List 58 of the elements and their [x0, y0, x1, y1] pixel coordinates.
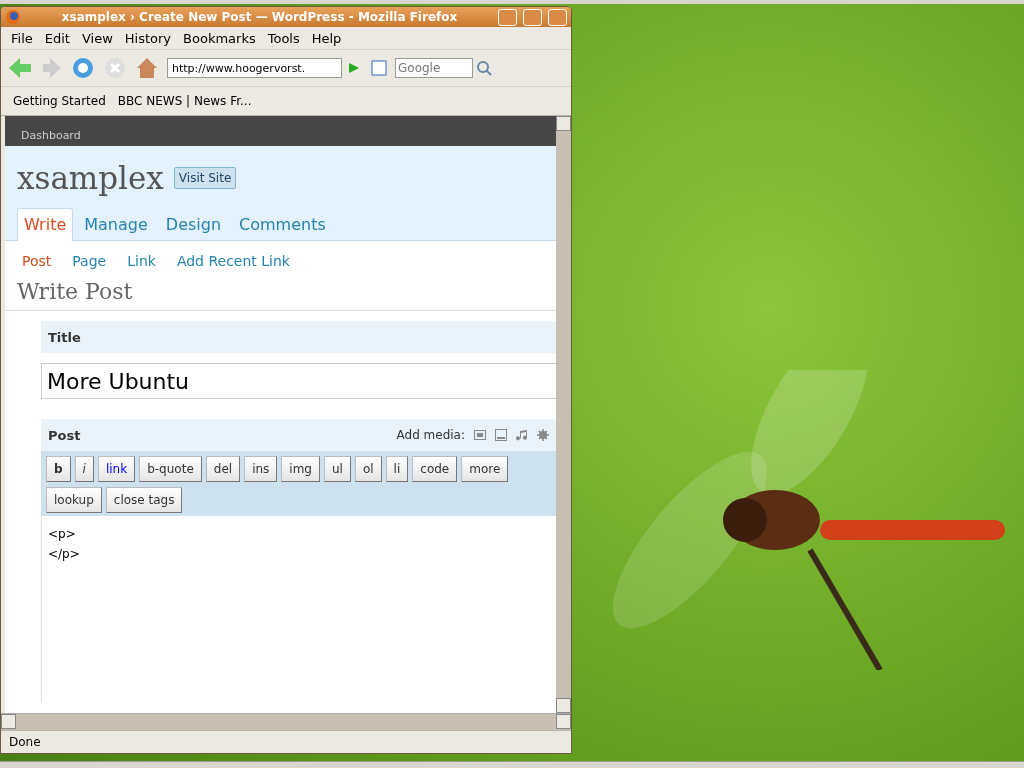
title-label: Title — [41, 321, 556, 353]
stop-icon[interactable] — [103, 56, 127, 80]
menu-item[interactable]: History — [118, 30, 178, 46]
video-icon[interactable] — [495, 429, 507, 441]
editor-button[interactable]: close tags — [105, 487, 183, 513]
editor-button[interactable]: i — [74, 456, 94, 482]
minimize-button[interactable] — [498, 8, 517, 26]
star-burst-icon[interactable] — [537, 429, 549, 441]
bookmark-link[interactable]: Getting Started — [13, 94, 106, 108]
post-label: Post — [48, 427, 81, 443]
editor-button[interactable]: ol — [354, 456, 382, 482]
page-heading: Write Post — [5, 269, 556, 311]
nav-tab[interactable]: Manage — [77, 208, 155, 240]
search-icon[interactable] — [474, 59, 494, 77]
vertical-scrollbar[interactable] — [556, 116, 571, 713]
editor-button[interactable]: code — [412, 456, 458, 482]
sub-nav-link[interactable]: Link — [127, 253, 156, 269]
title-input[interactable]: More Ubuntu — [41, 363, 556, 399]
window-title: xsamplex › Create New Post — WordPress - Mozilla Firefox — [60, 10, 459, 24]
horizontal-scrollbar[interactable] — [1, 713, 571, 730]
editor-button[interactable]: del — [205, 456, 241, 482]
menu-item[interactable]: Help — [305, 30, 348, 46]
site-title: xsamplex — [17, 160, 164, 196]
image-icon[interactable] — [474, 429, 486, 441]
editor-button[interactable]: li — [385, 456, 409, 482]
editor-button[interactable]: ins — [244, 456, 278, 482]
menu-item[interactable]: Tools — [261, 30, 306, 46]
editor-button[interactable]: ul — [323, 456, 351, 482]
menu-item[interactable]: View — [75, 30, 119, 46]
nav-tab[interactable]: Design — [158, 208, 229, 240]
reload-icon[interactable] — [71, 56, 95, 80]
editor-button[interactable]: lookup — [46, 487, 102, 513]
maximize-button[interactable] — [523, 8, 542, 26]
close-button[interactable] — [548, 8, 567, 26]
dashboard-link[interactable]: Dashboard — [21, 129, 81, 142]
back-arrow-icon[interactable] — [7, 56, 33, 80]
editor-button[interactable]: link — [97, 456, 136, 482]
music-icon[interactable] — [516, 429, 528, 441]
editor-button[interactable]: img — [281, 456, 320, 482]
sub-nav-link[interactable]: Post — [22, 253, 52, 269]
nav-tab[interactable]: Comments — [232, 208, 333, 240]
sub-nav-link[interactable]: Page — [72, 253, 107, 269]
editor-button[interactable]: more — [461, 456, 509, 482]
add-media-label: Add media: — [396, 428, 465, 442]
browser-logo-icon — [5, 9, 21, 25]
search-field[interactable]: Google — [395, 58, 473, 78]
menu-item[interactable]: Bookmarks — [177, 30, 262, 46]
home-icon[interactable] — [135, 56, 159, 80]
bookmark-link[interactable]: BBC NEWS | News Fr... — [117, 94, 252, 108]
menu-item[interactable]: File — [5, 30, 39, 46]
editor-button[interactable]: b — [46, 456, 71, 482]
menu-item[interactable]: Edit — [38, 30, 76, 46]
address-field[interactable]: http://www.hoogervorst. — [167, 58, 342, 78]
visit-site-button[interactable]: Visit Site — [173, 167, 237, 189]
nav-tab[interactable]: Write — [17, 208, 74, 241]
editor-button[interactable]: b-quote — [139, 456, 202, 482]
sub-nav-link[interactable]: Add Recent Link — [176, 253, 290, 269]
status-text: Done — [9, 735, 41, 749]
